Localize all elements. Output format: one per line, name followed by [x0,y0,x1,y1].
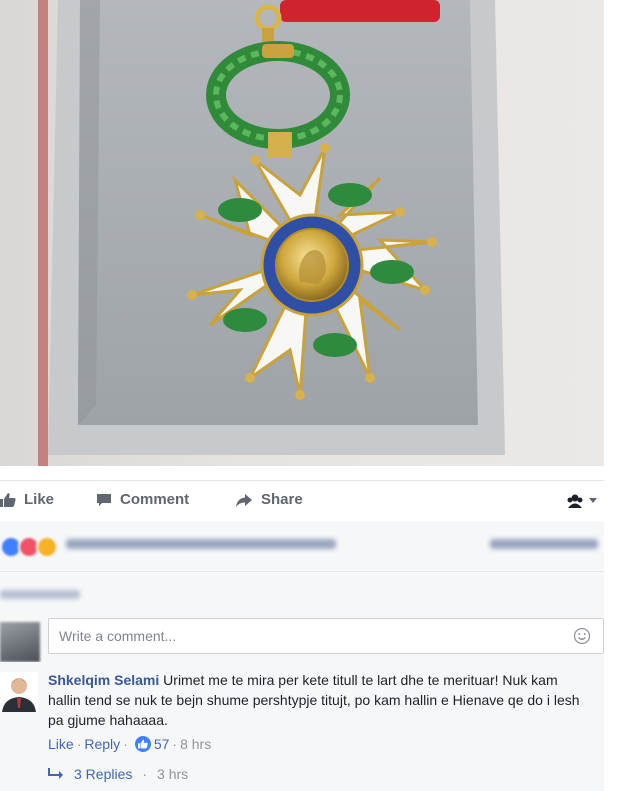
separator-dot: · [76,736,82,752]
comment-author[interactable]: Shkelqim Selami [48,672,159,688]
avatar[interactable] [0,672,38,712]
like-label: Like [24,491,55,508]
top-comments-blurred [490,539,598,549]
share-arrow-icon [236,493,252,507]
post-action-bar: Like Comment Share [0,480,604,522]
chevron-down-icon [589,498,597,503]
share-label: Share [261,491,303,508]
comment-input[interactable] [57,627,541,645]
comment-thread: Shkelqim Selami Urimet me te mira per ke… [0,662,604,791]
separator-dot: · [172,736,178,752]
medal-illustration [38,0,505,466]
emoji-icon[interactable] [573,627,591,645]
post-photo[interactable] [0,0,604,466]
like-count-icon [134,736,151,752]
previous-comments-blurred [0,590,80,599]
commenter-avatar-icon [0,672,38,712]
replies-label[interactable]: 3 Replies [74,766,132,782]
comment-body: Shkelqim Selami Urimet me te mira per ke… [48,670,588,730]
reaction-icons [0,536,58,558]
page-edge [604,0,620,791]
reactions-summary[interactable] [0,521,604,572]
reactors-names-blurred [66,539,336,549]
audience-selector[interactable] [566,493,598,509]
comment-time[interactable]: 8 hrs [180,736,211,752]
comment-like-link[interactable]: Like [48,736,74,752]
comment-label: Comment [120,491,190,508]
wow-reaction-icon [36,536,58,558]
speech-bubble-icon [97,493,111,506]
comment-box[interactable] [48,618,604,654]
thumbs-up-icon [0,492,16,507]
replies-time-prefix: · [142,766,148,782]
share-button[interactable]: Share [235,491,303,508]
separator-dot: · [123,736,128,752]
reply-arrow-icon [48,768,63,779]
people-icon [567,494,583,508]
comment-meta: Like · Reply · 57 · 8 hrs [48,736,211,752]
replies-time: 3 hrs [157,766,189,782]
current-user-avatar [0,622,40,662]
comment-reaction-count[interactable]: 57 [154,736,170,752]
comment-composer [0,614,604,662]
comment-reply-link[interactable]: Reply [84,736,120,752]
like-button[interactable]: Like [0,491,54,508]
view-replies[interactable]: 3 Replies · 3 hrs [48,766,188,782]
comment-button[interactable]: Comment [96,491,189,508]
view-previous-comments[interactable] [0,572,604,614]
